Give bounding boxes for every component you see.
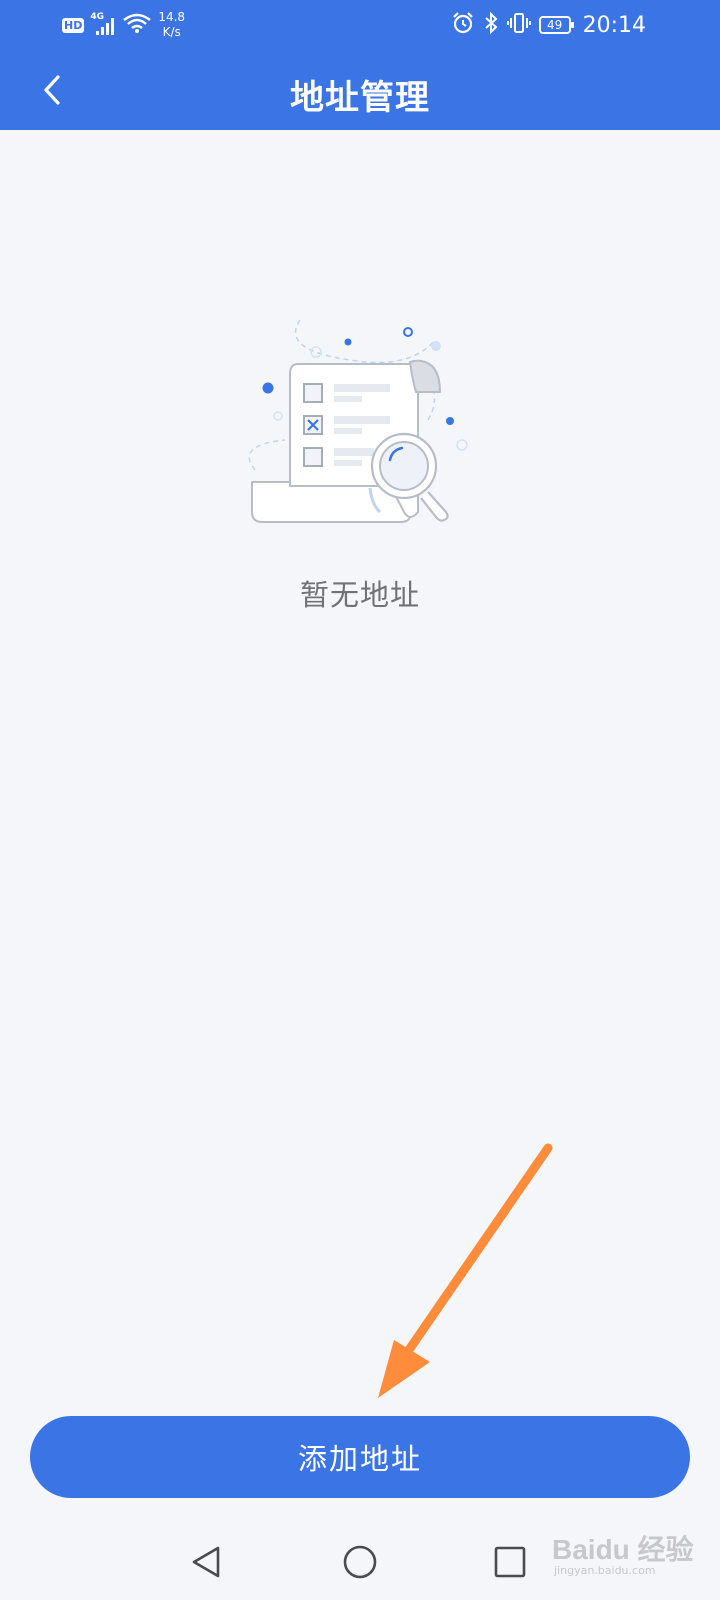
- network-speed: 14.8 K/s: [158, 10, 185, 40]
- vibrate-icon: [506, 11, 531, 39]
- alarm-icon: [451, 11, 475, 39]
- watermark-url: jingyan.baidu.com: [554, 1564, 656, 1577]
- watermark-logo-text: Baidu 经验: [552, 1534, 694, 1565]
- network-speed-value: 14.8: [158, 10, 186, 24]
- status-bar-left: HD 4G 14.8 K/s: [62, 8, 185, 42]
- hd-badge: HD: [62, 17, 85, 33]
- annotation-arrow-icon: [378, 1143, 553, 1398]
- empty-document-search-illustration: [248, 319, 468, 523]
- bluetooth-icon: [483, 11, 499, 39]
- wifi-icon: [122, 12, 152, 38]
- back-triangle-icon: [192, 1546, 220, 1578]
- nav-home-button[interactable]: [332, 1534, 388, 1590]
- watermark: Baidu 经验 jingyan.baidu.com: [552, 1528, 694, 1577]
- add-address-button[interactable]: 添加地址: [30, 1416, 690, 1498]
- recents-square-icon: [494, 1546, 526, 1578]
- app-bar: 地址管理: [0, 50, 720, 130]
- status-bar-right: 49 20:14: [451, 8, 646, 42]
- home-circle-icon: [343, 1545, 377, 1579]
- empty-state-text: 暂无地址: [299, 578, 420, 612]
- status-bar: HD 4G 14.8 K/s 49 20:14: [0, 0, 720, 50]
- network-speed-unit: K/s: [162, 25, 181, 39]
- signal-icon: 4G: [90, 12, 116, 36]
- nav-back-button[interactable]: [178, 1534, 234, 1590]
- page-title: 地址管理: [290, 78, 430, 118]
- nav-recents-button[interactable]: [482, 1534, 538, 1590]
- battery-icon: 49: [538, 16, 574, 34]
- status-time: 20:14: [582, 12, 646, 38]
